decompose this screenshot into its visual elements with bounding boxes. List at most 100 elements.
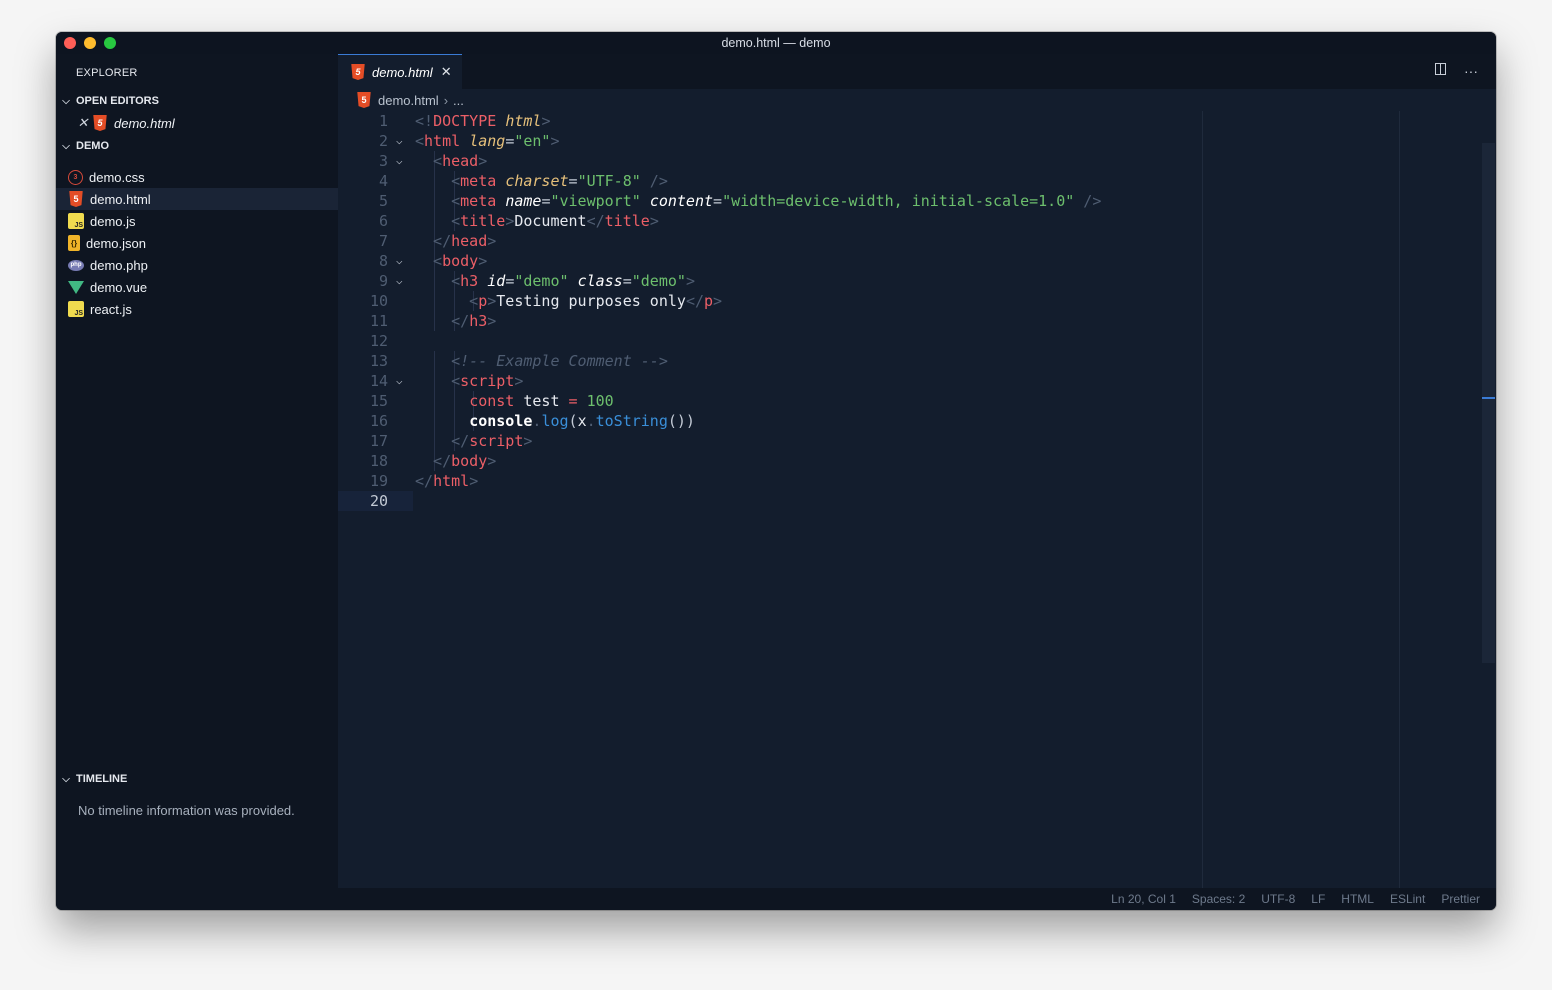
code-line[interactable]: 16 console.log(x.toString()) [338, 411, 1496, 431]
vue-icon [68, 280, 84, 294]
code-line[interactable]: 2 ⌵ <html lang="en"> [338, 131, 1496, 151]
js-icon: JS [68, 301, 84, 317]
open-editors-header[interactable]: ⌵ OPEN EDITORS [56, 90, 338, 112]
status-language[interactable]: HTML [1341, 892, 1374, 906]
file-label: demo.json [86, 235, 146, 251]
status-eslint[interactable]: ESLint [1390, 892, 1425, 906]
title-bar: demo.html — demo [56, 32, 1496, 54]
code-line[interactable]: 13 <!-- Example Comment --> [338, 351, 1496, 371]
fold-chevron-icon[interactable]: ⌵ [396, 271, 403, 291]
code-line[interactable]: 11 </h3> [338, 311, 1496, 331]
more-actions-icon[interactable]: ··· [1464, 63, 1478, 79]
code-line[interactable]: 9 ⌵ <h3 id="demo" class="demo"> [338, 271, 1496, 291]
fold-chevron-icon[interactable]: ⌵ [396, 371, 403, 391]
close-icon[interactable]: ✕ [441, 64, 452, 80]
code-token: <! [415, 112, 434, 130]
line-source: <script> [415, 371, 523, 391]
line-source: console.log(x.toString()) [415, 411, 695, 431]
code-token: console [469, 412, 533, 430]
fold-chevron-icon[interactable]: ⌵ [396, 251, 403, 271]
code-token: </ [415, 472, 434, 490]
line-number: 12 [369, 332, 388, 350]
vertical-scrollbar[interactable] [1482, 143, 1495, 663]
line-source: <meta name="viewport" content="width=dev… [415, 191, 1101, 211]
maximize-window-button[interactable] [104, 37, 116, 49]
code-token: > [487, 232, 497, 250]
code-line[interactable]: 18 </body> [338, 451, 1496, 471]
file-item-demo-css[interactable]: 3 demo.css [56, 166, 338, 188]
code-token: < [415, 372, 461, 390]
code-token: 100 [586, 392, 614, 410]
status-bar: Ln 20, Col 1 Spaces: 2 UTF-8 LF HTML ESL… [56, 888, 1496, 910]
breadcrumb-rest[interactable]: ... [453, 93, 464, 108]
file-label: demo.js [90, 213, 136, 229]
status-prettier[interactable]: Prettier [1441, 892, 1480, 906]
code-line[interactable]: 15 const test = 100 [338, 391, 1496, 411]
code-token: = [713, 192, 723, 210]
file-item-react-js[interactable]: JS react.js [56, 298, 338, 320]
code-line[interactable]: 5 <meta name="viewport" content="width=d… [338, 191, 1496, 211]
tab-label: demo.html [372, 64, 433, 80]
code-token: </ [415, 432, 470, 450]
tab-bar: 5 demo.html ✕ ··· [338, 54, 1496, 89]
html5-icon: 5 [357, 92, 371, 108]
file-item-demo-json[interactable]: {} demo.json [56, 232, 338, 254]
tab-demo-html[interactable]: 5 demo.html ✕ [338, 54, 462, 89]
code-line[interactable]: 17 </script> [338, 431, 1496, 451]
open-editor-item[interactable]: ✕ 5 demo.html [56, 112, 338, 134]
editor-area[interactable]: 5 demo.html ✕ ··· 5 demo.html › ... 1 <!D… [338, 54, 1496, 888]
file-label: demo.css [89, 169, 145, 185]
status-encoding[interactable]: UTF-8 [1261, 892, 1295, 906]
line-source: </body> [415, 451, 496, 471]
code-line[interactable]: 12 [338, 331, 1496, 351]
code-token: charset [505, 172, 569, 190]
line-source: <!-- Example Comment --> [415, 351, 668, 371]
timeline-header[interactable]: ⌵ TIMELINE [56, 768, 338, 790]
code-line[interactable]: 4 <meta charset="UTF-8" /> [338, 171, 1496, 191]
code-line[interactable]: 6 <title>Document</title> [338, 211, 1496, 231]
code-editor[interactable]: 1 <!DOCTYPE html> 2 ⌵ <html lang="en"> 3 ⌵ <he… [338, 111, 1496, 511]
file-item-demo-php[interactable]: php demo.php [56, 254, 338, 276]
code-line[interactable]: 14 ⌵ <script> [338, 371, 1496, 391]
code-line[interactable]: 20 [338, 491, 413, 511]
code-line[interactable]: 3 ⌵ <head> [338, 151, 1496, 171]
project-label: DEMO [76, 140, 109, 152]
status-cursor-position[interactable]: Ln 20, Col 1 [1111, 892, 1176, 906]
status-eol[interactable]: LF [1311, 892, 1325, 906]
project-header[interactable]: ⌵ DEMO [56, 135, 338, 157]
code-line[interactable]: 1 <!DOCTYPE html> [338, 111, 1496, 131]
code-token: > [469, 472, 479, 490]
file-item-demo-js[interactable]: JS demo.js [56, 210, 338, 232]
breadcrumb-file[interactable]: demo.html [378, 93, 439, 108]
code-line[interactable]: 10 <p>Testing purposes only</p> [338, 291, 1496, 311]
code-token: = [505, 272, 515, 290]
code-token: </ [685, 292, 704, 310]
close-window-button[interactable] [64, 37, 76, 49]
code-token: test [523, 392, 560, 410]
fold-chevron-icon[interactable]: ⌵ [396, 131, 403, 151]
file-item-demo-html[interactable]: 5 demo.html [56, 188, 338, 210]
code-token: "demo" [631, 272, 686, 290]
minimize-window-button[interactable] [84, 37, 96, 49]
code-line[interactable]: 19 </html> [338, 471, 1496, 491]
html5-icon: 5 [69, 191, 83, 207]
code-token: > [514, 372, 524, 390]
fold-chevron-icon[interactable]: ⌵ [396, 151, 403, 171]
file-item-demo-vue[interactable]: demo.vue [56, 276, 338, 298]
split-editor-icon[interactable] [1435, 63, 1446, 75]
code-line[interactable]: 7 </head> [338, 231, 1496, 251]
code-token: > [713, 292, 723, 310]
line-number: 19 [369, 472, 388, 490]
code-token: > [478, 252, 488, 270]
code-token: < [415, 192, 461, 210]
code-line[interactable]: 8 ⌵ <body> [338, 251, 1496, 271]
html5-icon: 5 [351, 64, 365, 80]
close-icon[interactable]: ✕ [76, 115, 90, 131]
code-token: = [622, 272, 632, 290]
css-icon: 3 [68, 169, 83, 185]
status-indentation[interactable]: Spaces: 2 [1192, 892, 1245, 906]
